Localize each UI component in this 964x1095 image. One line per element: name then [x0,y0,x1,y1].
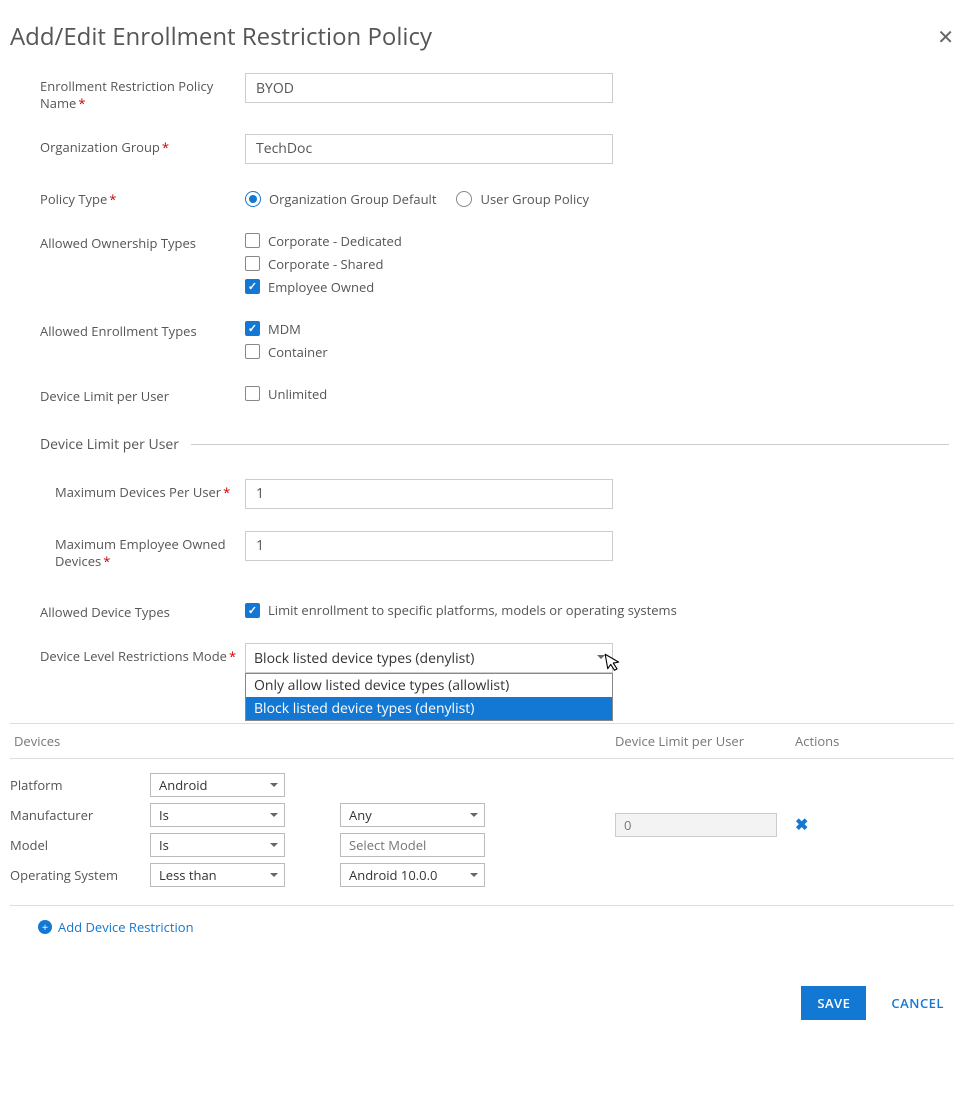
dialog-buttons: SAVE CANCEL [10,936,954,1030]
add-device-restriction-link[interactable]: + Add Device Restriction [10,906,194,936]
enrollment-container-checkbox[interactable]: Container [245,343,949,361]
manufacturer-value-select[interactable]: Any [340,803,485,827]
device-limit-section-header: Device Limit per User [40,435,949,454]
checkbox-checked-icon [245,321,260,336]
radio-unchecked-icon [456,191,472,207]
device-limit-per-user-input[interactable] [615,813,777,837]
dialog-header: Add/Edit Enrollment Restriction Policy ✕ [10,10,954,73]
ownership-corp-dedicated-checkbox[interactable]: Corporate - Dedicated [245,232,949,250]
allowed-device-types-checkbox[interactable]: Limit enrollment to specific platforms, … [245,601,949,619]
radio-checked-icon [245,191,261,207]
policy-type-radio-org-default[interactable]: Organization Group Default [245,190,436,208]
max-devices-input[interactable] [245,479,613,509]
ownership-corp-shared-checkbox[interactable]: Corporate - Shared [245,255,949,273]
restriction-mode-select[interactable]: Block listed device types (denylist) [245,643,613,673]
platform-label: Platform [10,776,140,794]
max-devices-label: Maximum Devices Per User* [55,479,245,501]
device-restriction-row: Platform Android Manufacturer Is Any Mod… [10,759,954,906]
checkbox-unchecked-icon [245,344,260,359]
model-label: Model [10,836,140,854]
device-limit-label: Device Limit per User [40,383,245,405]
org-group-label: Organization Group* [40,134,245,156]
checkbox-unchecked-icon [245,256,260,271]
dialog-title: Add/Edit Enrollment Restriction Policy [10,20,432,53]
save-button[interactable]: SAVE [801,986,866,1020]
enrollment-label: Allowed Enrollment Types [40,318,245,340]
enrollment-mdm-checkbox[interactable]: MDM [245,320,949,338]
ownership-label: Allowed Ownership Types [40,230,245,252]
checkbox-unchecked-icon [245,233,260,248]
checkbox-checked-icon [245,279,260,294]
plus-circle-icon: + [38,920,52,934]
close-icon[interactable]: ✕ [937,27,954,47]
platform-select[interactable]: Android [150,773,285,797]
model-value-input[interactable] [340,833,485,857]
manufacturer-op-select[interactable]: Is [150,803,285,827]
checkbox-checked-icon [245,603,260,618]
manufacturer-label: Manufacturer [10,806,140,824]
col-actions: Actions [795,732,954,750]
devices-table-header: Devices Device Limit per User Actions [10,723,954,759]
os-label: Operating System [10,866,140,884]
policy-type-label: Policy Type* [40,186,245,208]
os-op-select[interactable]: Less than [150,863,285,887]
enrollment-policy-dialog: Add/Edit Enrollment Restriction Policy ✕… [10,10,954,1030]
org-group-input[interactable] [245,134,613,164]
checkbox-unchecked-icon [245,386,260,401]
policy-name-input[interactable] [245,73,613,103]
restriction-mode-option-denylist[interactable]: Block listed device types (denylist) [246,697,612,720]
max-emp-owned-label: Maximum Employee Owned Devices* [55,531,245,570]
policy-type-radio-user-group[interactable]: User Group Policy [456,190,589,208]
model-op-select[interactable]: Is [150,833,285,857]
col-device-limit: Device Limit per User [615,732,795,750]
os-value-select[interactable]: Android 10.0.0 [340,863,485,887]
cancel-button[interactable]: CANCEL [891,994,944,1012]
policy-name-label: Enrollment Restriction Policy Name* [40,73,245,112]
col-devices: Devices [10,732,615,750]
ownership-employee-owned-checkbox[interactable]: Employee Owned [245,278,949,296]
max-emp-owned-input[interactable] [245,531,613,561]
restriction-mode-dropdown: Only allow listed device types (allowlis… [245,673,613,721]
allowed-device-types-label: Allowed Device Types [40,599,245,621]
device-limit-unlimited-checkbox[interactable]: Unlimited [245,385,949,403]
restriction-mode-option-allowlist[interactable]: Only allow listed device types (allowlis… [246,674,612,697]
remove-row-icon[interactable]: ✖ [795,813,808,835]
restriction-mode-label: Device Level Restrictions Mode* [40,643,245,665]
